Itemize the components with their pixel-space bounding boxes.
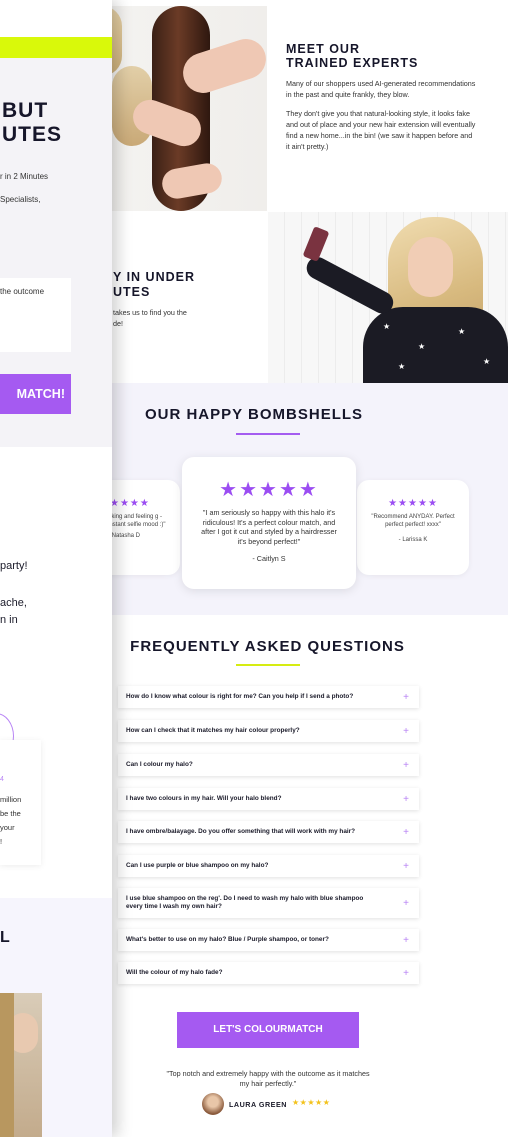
overlay-heading: BUT UTES bbox=[2, 99, 62, 147]
faq-item[interactable]: What's better to use on my halo? Blue / … bbox=[118, 929, 419, 951]
title-underline bbox=[236, 433, 300, 435]
overlay-letter: L bbox=[0, 929, 11, 946]
faq-question: Will the colour of my halo fade? bbox=[126, 968, 223, 976]
plus-icon[interactable]: + bbox=[403, 827, 409, 838]
faq-question: Can I use purple or blue shampoo on my h… bbox=[126, 861, 269, 869]
experts-paragraph-1: Many of our shoppers used AI-generated r… bbox=[286, 79, 476, 99]
review-text: oking and feeling g - instant selfie moo… bbox=[108, 514, 166, 528]
star-print-icon: ★ bbox=[398, 362, 406, 371]
plus-icon[interactable]: + bbox=[403, 794, 409, 805]
experts-section: MEET OUR TRAINED EXPERTS Many of our sho… bbox=[286, 42, 476, 160]
overlay-card-line: be the bbox=[0, 809, 21, 818]
overlay-text: party! bbox=[0, 560, 28, 572]
selfie-woman-photo: ★ ★ ★ ★ ★ bbox=[268, 212, 508, 383]
under-minutes-text: takes us to find you the de! bbox=[113, 307, 187, 329]
rating-stars: ★★★★★ bbox=[388, 498, 438, 509]
experts-title-line2: TRAINED EXPERTS bbox=[286, 56, 419, 70]
plus-icon[interactable]: + bbox=[403, 692, 409, 703]
rating-stars: ★★★★★ bbox=[219, 479, 319, 501]
faq-question: What's better to use on my halo? Blue / … bbox=[126, 935, 329, 943]
under-text-line2: de! bbox=[113, 319, 123, 328]
overlay-heading-line2: UTES bbox=[2, 123, 63, 146]
review-card-right: ★★★★★ "Recommend ANYDAY. Perfect perfect… bbox=[357, 480, 469, 575]
overlay-box-text: the outcome bbox=[0, 287, 45, 296]
reviewer-name: LAURA GREEN bbox=[229, 1100, 287, 1109]
plus-icon[interactable]: + bbox=[403, 726, 409, 737]
overlay-subtitle: Specialists, bbox=[0, 195, 41, 204]
star-shirt-shape: ★ ★ ★ ★ ★ bbox=[363, 307, 508, 383]
plus-icon[interactable]: + bbox=[403, 968, 409, 979]
faq-question: How can I check that it matches my hair … bbox=[126, 726, 300, 734]
faq-question: I use blue shampoo on the reg'. Do I nee… bbox=[126, 894, 364, 911]
review-author: - Natasha D bbox=[108, 533, 141, 539]
overlay-stat-card: 4 million be the your ! bbox=[0, 740, 41, 865]
overlay-card-line: ! bbox=[0, 837, 3, 846]
review-text: "I am seriously so happy with this halo … bbox=[201, 508, 337, 546]
match-button[interactable]: MATCH! bbox=[0, 374, 71, 414]
overlay-page: BUT UTES r in 2 Minutes Specialists, the… bbox=[0, 0, 112, 1137]
hair-shape bbox=[0, 993, 14, 1137]
experts-paragraph-2: They don't give you that natural-looking… bbox=[286, 109, 476, 151]
plus-icon[interactable]: + bbox=[403, 861, 409, 872]
faq-item[interactable]: I have two colours in my hair. Will your… bbox=[118, 788, 419, 810]
faq-question: Can I colour my halo? bbox=[126, 760, 193, 768]
faq-question: How do I know what colour is right for m… bbox=[126, 692, 354, 700]
faq-item[interactable]: I use blue shampoo on the reg'. Do I nee… bbox=[118, 888, 419, 918]
title-underline bbox=[236, 664, 300, 666]
star-print-icon: ★ bbox=[383, 322, 391, 331]
overlay-card-line: million bbox=[0, 795, 22, 804]
overlay-heading-line1: BUT bbox=[2, 99, 49, 122]
plus-icon[interactable]: + bbox=[403, 935, 409, 946]
faq-title: FREQUENTLY ASKED QUESTIONS bbox=[130, 638, 405, 655]
overlay-text: n in bbox=[0, 614, 18, 626]
star-print-icon: ★ bbox=[418, 342, 426, 351]
faq-item[interactable]: How do I know what colour is right for m… bbox=[118, 686, 419, 708]
overlay-text-box: the outcome bbox=[0, 278, 71, 352]
overlay-card-line: your bbox=[0, 823, 15, 832]
faq-item[interactable]: I have ombre/balayage. Do you offer some… bbox=[118, 821, 419, 843]
testimonial-quote: "Top notch and extremely happy with the … bbox=[166, 1069, 370, 1088]
under-text-line1: takes us to find you the bbox=[113, 308, 187, 317]
review-card-center: ★★★★★ "I am seriously so happy with this… bbox=[182, 457, 356, 589]
reviewer-stars: ★★★★★ bbox=[292, 1098, 331, 1107]
plus-icon[interactable]: + bbox=[403, 898, 409, 909]
review-author: - Caitlyn S bbox=[252, 554, 286, 564]
plus-icon[interactable]: + bbox=[403, 760, 409, 771]
experts-title: MEET OUR TRAINED EXPERTS bbox=[286, 42, 476, 70]
faq-item[interactable]: How can I check that it matches my hair … bbox=[118, 720, 419, 742]
faq-question: I have ombre/balayage. Do you offer some… bbox=[126, 827, 356, 835]
overlay-woman-photo bbox=[0, 993, 42, 1137]
overlay-text: ache, bbox=[0, 597, 27, 609]
under-title-line2: UTES bbox=[113, 285, 151, 299]
colourmatch-button[interactable]: LET'S COLOURMATCH bbox=[177, 1012, 359, 1048]
faq-item[interactable]: Can I colour my halo? + bbox=[118, 754, 419, 776]
faq-item[interactable]: Can I use purple or blue shampoo on my h… bbox=[118, 855, 419, 877]
under-minutes-title: Y IN UNDER UTES bbox=[113, 270, 195, 300]
experts-title-line1: MEET OUR bbox=[286, 42, 360, 56]
overlay-subtitle: r in 2 Minutes bbox=[0, 172, 49, 181]
overlay-yellow-bar bbox=[0, 37, 112, 58]
review-text: "Recommend ANYDAY. Perfect perfect perfe… bbox=[371, 514, 455, 528]
reviewer-avatar bbox=[202, 1093, 224, 1115]
overlay-card-number: 4 bbox=[0, 776, 4, 783]
faq-question: I have two colours in my hair. Will your… bbox=[126, 794, 282, 802]
under-title-line1: Y IN UNDER bbox=[113, 270, 196, 284]
faq-item[interactable]: Will the colour of my halo fade? + bbox=[118, 962, 419, 984]
star-print-icon: ★ bbox=[458, 327, 466, 336]
star-print-icon: ★ bbox=[483, 357, 491, 366]
review-author: - Larissa K bbox=[398, 537, 428, 543]
face-shape bbox=[408, 237, 453, 297]
